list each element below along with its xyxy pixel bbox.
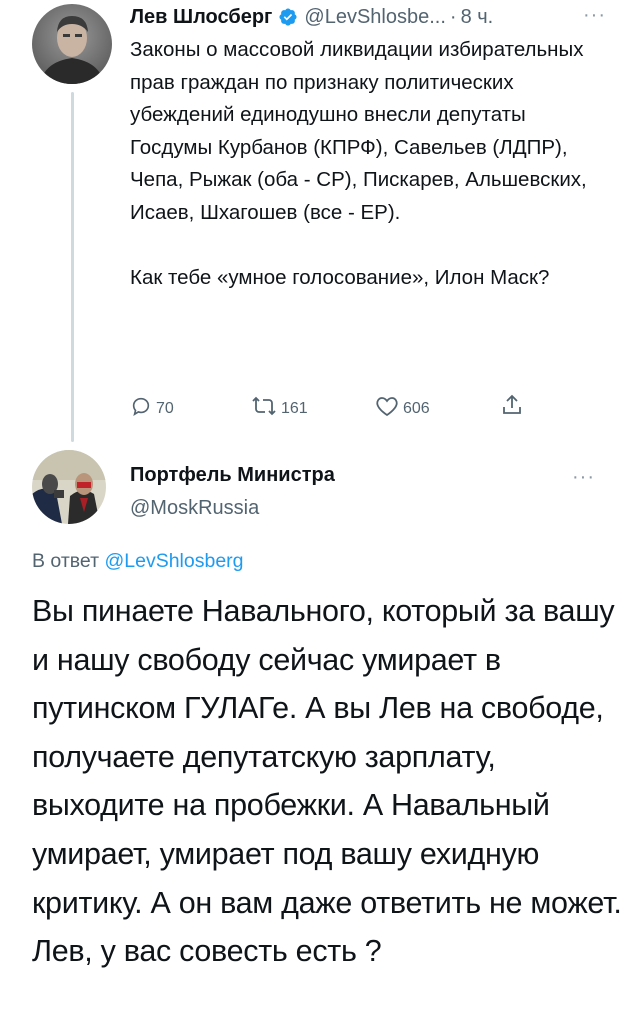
like-button[interactable]: 606 <box>375 395 430 422</box>
replying-to-label: В ответ <box>32 550 105 572</box>
retweet-icon <box>251 395 281 422</box>
thread-connector-line <box>71 92 74 442</box>
tweet1-action-bar: 70 161 606 <box>130 389 550 423</box>
tweet1-paragraph-1: Законы о массовой ликвидации избирательн… <box>130 38 587 224</box>
share-icon <box>500 393 528 422</box>
replying-to-line: В ответ @LevShlosberg <box>32 550 244 573</box>
share-button[interactable] <box>500 393 528 422</box>
author-avatar-tweet1[interactable] <box>32 4 112 84</box>
verified-badge-icon <box>278 7 298 27</box>
replying-to-handle-link[interactable]: @LevShlosberg <box>104 550 243 572</box>
author-handle[interactable]: @LevShlosbe... <box>304 6 446 29</box>
reply-button[interactable]: 70 <box>130 395 174 422</box>
author-handle-tweet2[interactable]: @MoskRussia <box>130 497 259 520</box>
retweet-button[interactable]: 161 <box>251 395 308 422</box>
author-avatar-tweet2[interactable] <box>32 450 106 524</box>
like-count: 606 <box>403 399 430 417</box>
tweet1-text: Законы о массовой ликвидации избирательн… <box>130 34 600 294</box>
author-name-tweet2[interactable]: Портфель Министра <box>130 464 335 487</box>
tweet2-text: Вы пинаете Навального, который за вашу и… <box>32 594 622 969</box>
like-icon <box>375 395 403 422</box>
tweet1-header: Лев Шлосберг @LevShlosbe... · 8 ч. <box>130 0 493 34</box>
retweet-count: 161 <box>281 399 308 417</box>
more-icon[interactable]: ··· <box>583 4 606 27</box>
meta-separator: · <box>449 5 457 28</box>
reply-icon <box>130 395 156 422</box>
more-icon-tweet2[interactable]: ··· <box>572 466 595 489</box>
reply-count: 70 <box>156 399 174 417</box>
tweet1-paragraph-2: Как тебе «умное голосование», Илон Маск? <box>130 265 550 289</box>
author-name[interactable]: Лев Шлосберг <box>130 6 272 29</box>
tweet-timestamp[interactable]: 8 ч. <box>461 6 494 29</box>
